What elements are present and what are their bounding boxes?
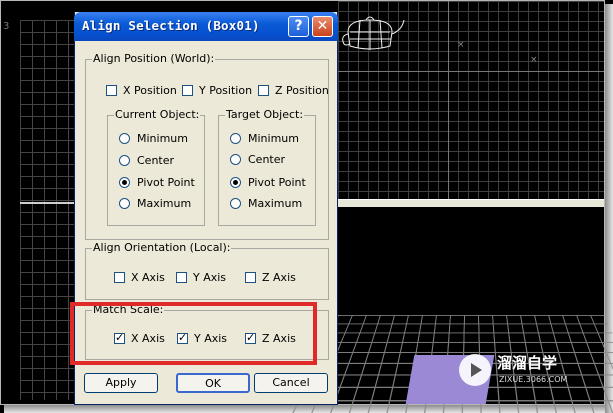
- current-pivot-label: Pivot Point: [137, 176, 195, 189]
- target-maximum-dot[interactable]: [230, 198, 241, 209]
- help-button[interactable]: ?: [288, 16, 309, 37]
- target-maximum-radio[interactable]: Maximum: [230, 197, 302, 210]
- y-position-checkbox[interactable]: Y Position: [182, 84, 252, 97]
- current-maximum-radio[interactable]: Maximum: [119, 197, 191, 210]
- left-viewport-grid: [20, 20, 77, 400]
- current-minimum-radio[interactable]: Minimum: [119, 132, 188, 145]
- target-minimum-radio[interactable]: Minimum: [230, 132, 299, 145]
- target-center-label: Center: [248, 153, 286, 166]
- target-pivot-dot[interactable]: [230, 177, 241, 188]
- target-object-group: Target Object: Minimum Center Pivot Poin…: [218, 108, 316, 226]
- orient-z-label: Z Axis: [262, 271, 296, 284]
- align-orientation-title: Align Orientation (Local):: [92, 241, 232, 254]
- orient-z-checkbox[interactable]: Z Axis: [245, 271, 296, 284]
- z-position-label: Z Position: [275, 84, 329, 97]
- grid-axis-horizontal: [338, 71, 604, 72]
- target-center-dot[interactable]: [230, 154, 241, 165]
- orient-x-box[interactable]: [114, 272, 125, 283]
- target-pivot-label: Pivot Point: [248, 176, 306, 189]
- target-minimum-label: Minimum: [248, 132, 299, 145]
- current-center-radio[interactable]: Center: [119, 154, 174, 167]
- y-position-label: Y Position: [199, 84, 253, 97]
- orient-x-checkbox[interactable]: X Axis: [114, 271, 165, 284]
- orient-y-box[interactable]: [176, 272, 187, 283]
- z-position-box[interactable]: [258, 85, 269, 96]
- target-object-title: Target Object:: [225, 108, 305, 121]
- align-orientation-group: Align Orientation (Local): X Axis Y Axis…: [85, 241, 329, 300]
- align-position-title: Align Position (World):: [92, 52, 216, 65]
- apply-button[interactable]: Apply: [84, 373, 158, 393]
- x-position-label: X Position: [123, 84, 177, 97]
- watermark-logo: 溜溜自学 ZIXUE.3066.COM: [459, 352, 579, 392]
- pivot-marker-icon: ×: [457, 40, 465, 50]
- current-pivot-radio[interactable]: Pivot Point: [119, 176, 195, 189]
- play-icon: [471, 363, 482, 377]
- pivot-marker-icon: ×: [530, 55, 538, 65]
- target-pivot-radio[interactable]: Pivot Point: [230, 176, 306, 189]
- current-object-group: Current Object: Minimum Center Pivot Poi…: [107, 108, 205, 226]
- align-position-group: Align Position (World): X Position Y Pos…: [85, 52, 329, 240]
- current-minimum-label: Minimum: [137, 132, 188, 145]
- close-button[interactable]: ✕: [312, 16, 333, 37]
- y-position-box[interactable]: [182, 85, 193, 96]
- current-center-dot[interactable]: [119, 155, 130, 166]
- teapot-wireframe-icon[interactable]: [340, 12, 406, 56]
- cancel-button[interactable]: Cancel: [254, 373, 328, 393]
- left-viewport-axis: [20, 202, 77, 204]
- viewport-label: 3: [3, 21, 10, 32]
- current-pivot-dot[interactable]: [119, 177, 130, 188]
- grid-axis-vertical: [448, 1, 449, 199]
- dialog-titlebar[interactable]: Align Selection (Box01) ? ✕: [74, 12, 338, 41]
- z-position-checkbox[interactable]: Z Position: [258, 84, 329, 97]
- dialog-title: Align Selection (Box01): [82, 18, 260, 33]
- orient-y-label: Y Axis: [193, 271, 227, 284]
- x-position-box[interactable]: [106, 85, 117, 96]
- watermark-url: ZIXUE.3066.COM: [499, 375, 568, 384]
- x-position-checkbox[interactable]: X Position: [106, 84, 177, 97]
- target-minimum-dot[interactable]: [230, 133, 241, 144]
- current-object-title: Current Object:: [114, 108, 201, 121]
- current-center-label: Center: [137, 154, 175, 167]
- current-minimum-dot[interactable]: [119, 133, 130, 144]
- target-center-radio[interactable]: Center: [230, 153, 285, 166]
- match-scale-highlight: [70, 302, 317, 365]
- orient-y-checkbox[interactable]: Y Axis: [176, 271, 226, 284]
- orient-x-label: X Axis: [131, 271, 165, 284]
- ok-button[interactable]: OK: [176, 373, 250, 393]
- orient-z-box[interactable]: [245, 272, 256, 283]
- target-maximum-label: Maximum: [248, 197, 303, 210]
- current-maximum-label: Maximum: [137, 197, 192, 210]
- current-maximum-dot[interactable]: [119, 198, 130, 209]
- watermark-name: 溜溜自学: [497, 354, 558, 372]
